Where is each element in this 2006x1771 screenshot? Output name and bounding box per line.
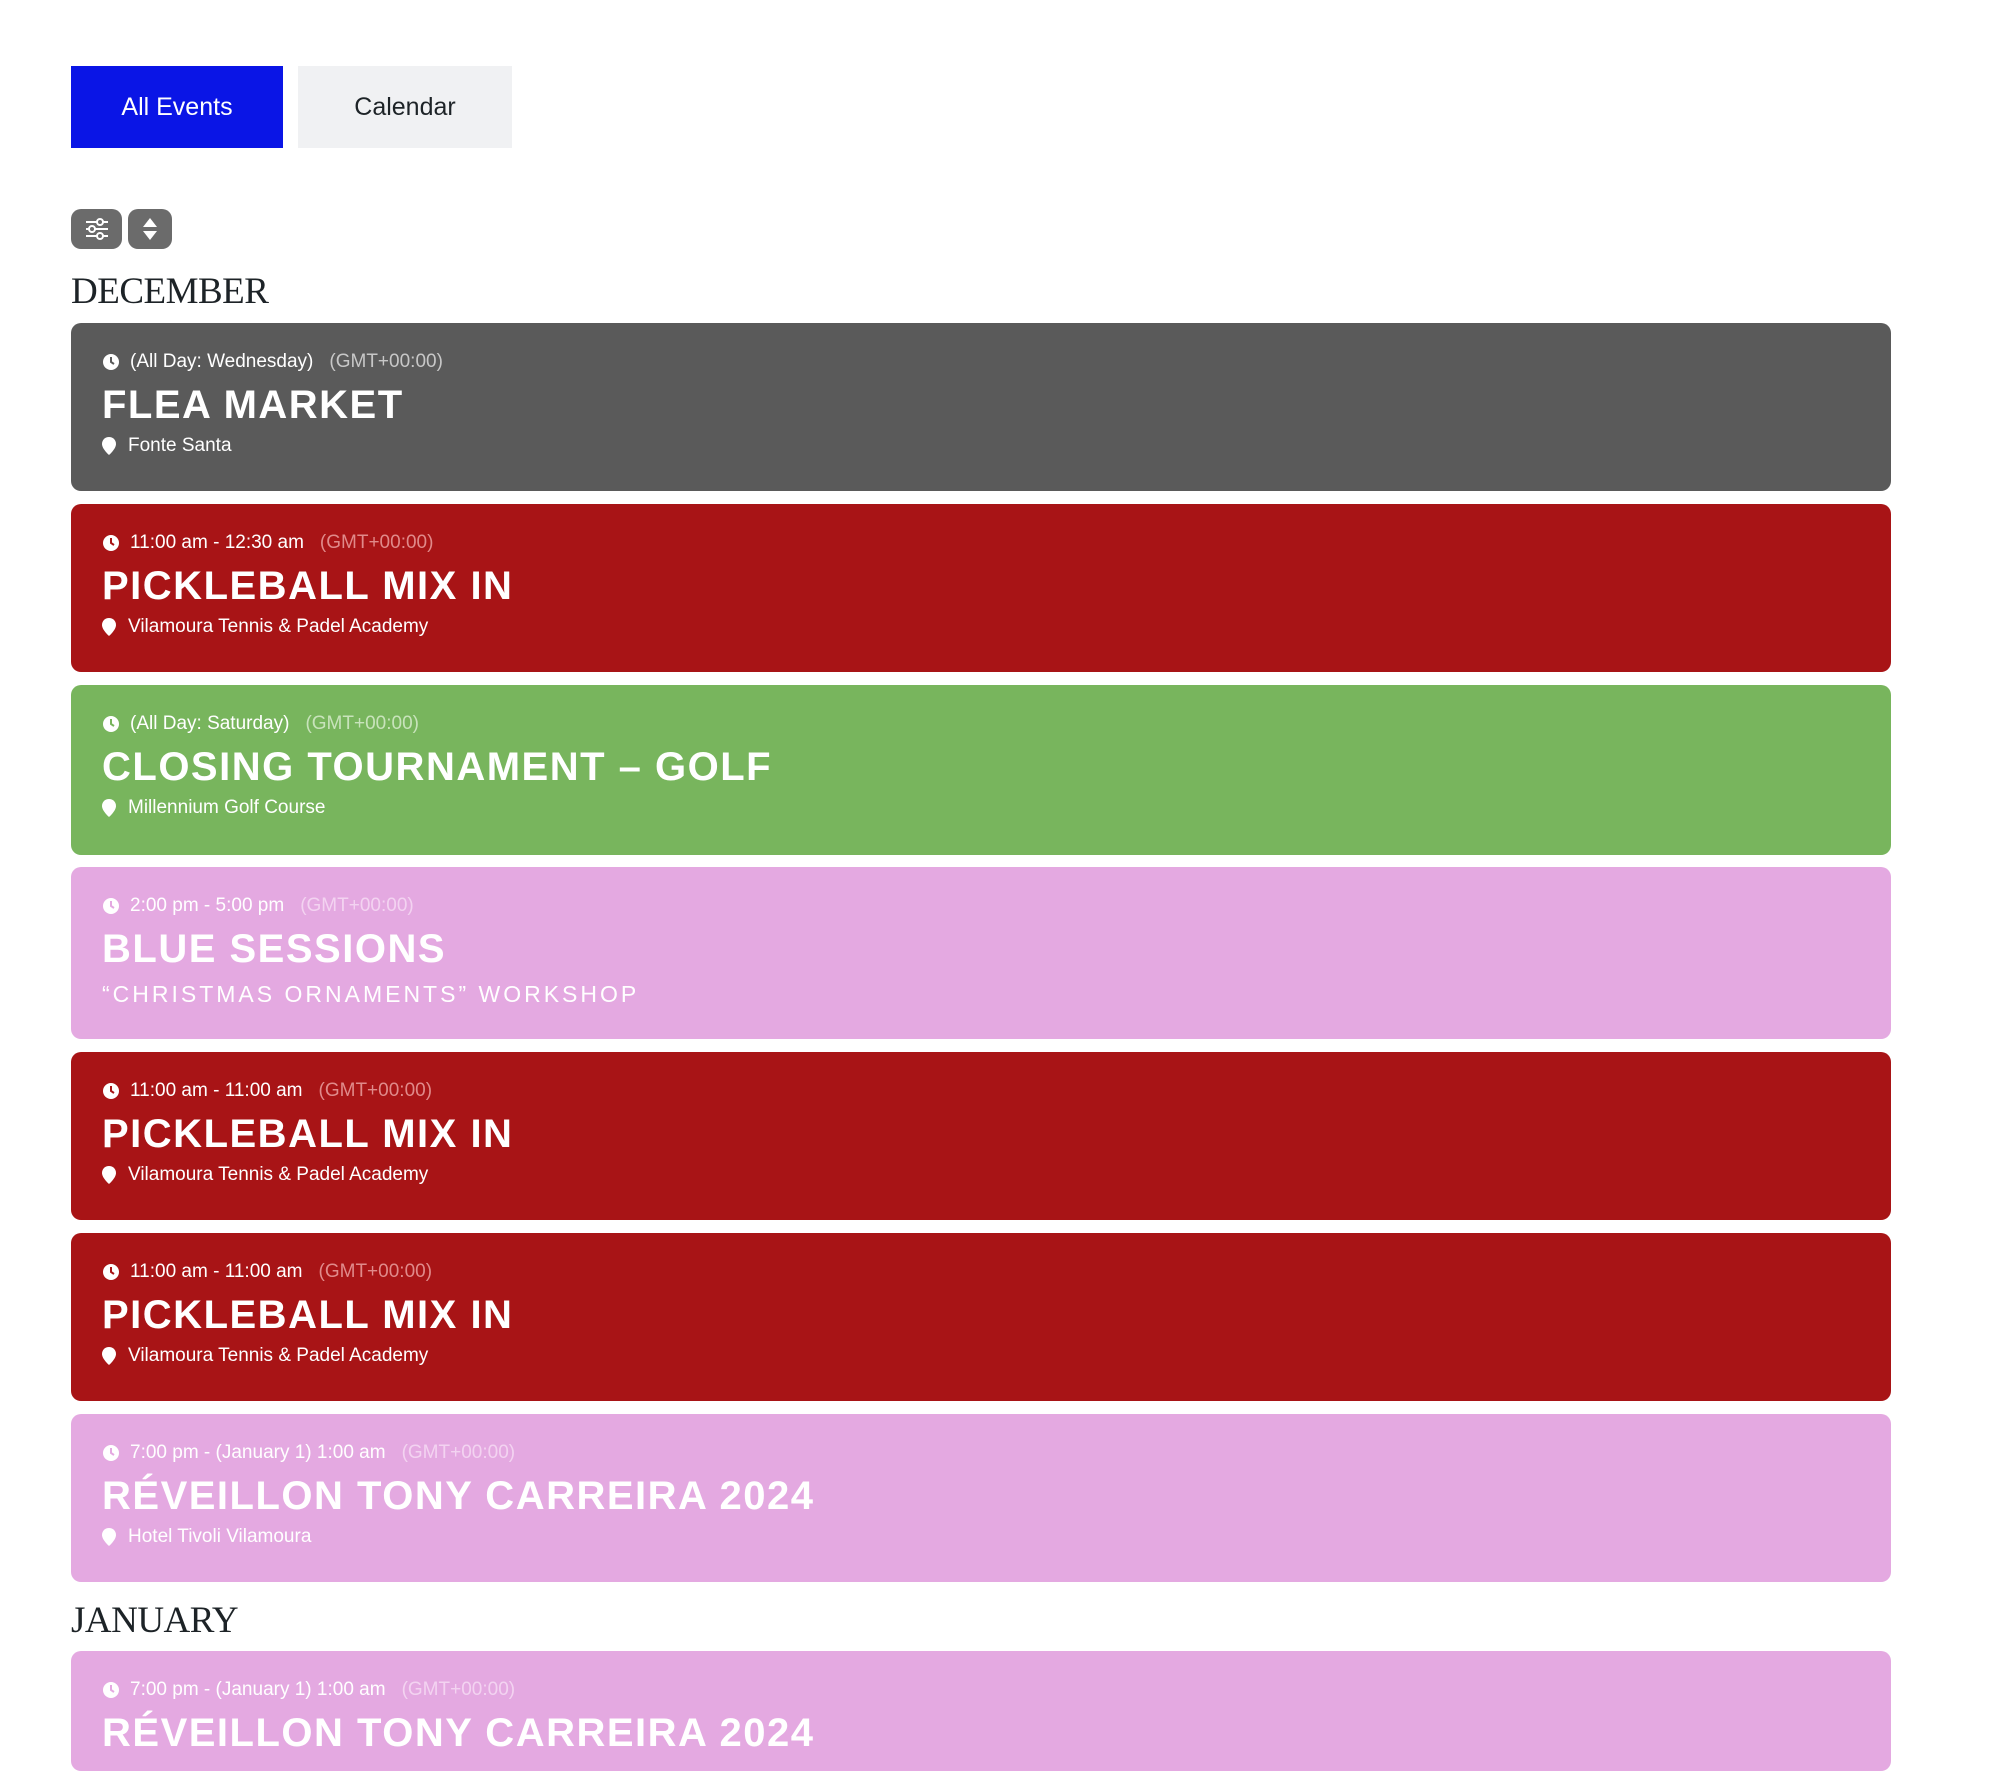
clock-icon bbox=[103, 1083, 119, 1099]
event-title: BLUE SESSIONS bbox=[102, 927, 447, 971]
event-title: PICKLEBALL MIX IN bbox=[102, 1293, 514, 1337]
event-time: 7:00 pm - (January 1) 1:00 am (GMT+00:00… bbox=[102, 1442, 515, 1464]
event-location-name: Millennium Golf Course bbox=[128, 797, 326, 818]
event-location: Vilamoura Tennis & Padel Academy bbox=[102, 616, 428, 638]
event-location: Fonte Santa bbox=[102, 435, 232, 457]
clock-icon bbox=[103, 1445, 119, 1461]
event-timezone: (GMT+00:00) bbox=[329, 351, 443, 372]
event-time-range: 7:00 pm - (January 1) 1:00 am bbox=[130, 1679, 386, 1700]
event-location: Millennium Golf Course bbox=[102, 797, 325, 819]
event-location-name: Vilamoura Tennis & Padel Academy bbox=[128, 1345, 429, 1366]
event-card[interactable]: 11:00 am - 12:30 am (GMT+00:00) PICKLEBA… bbox=[71, 504, 1891, 672]
event-time: 11:00 am - 11:00 am (GMT+00:00) bbox=[102, 1261, 432, 1283]
map-pin-icon bbox=[102, 1528, 116, 1546]
event-timezone: (GMT+00:00) bbox=[319, 532, 434, 553]
event-title: PICKLEBALL MIX IN bbox=[102, 1112, 514, 1156]
filter-button[interactable] bbox=[71, 209, 122, 249]
event-time-range: 11:00 am - 12:30 am bbox=[130, 532, 304, 553]
event-title: CLOSING TOURNAMENT – GOLF bbox=[102, 745, 773, 789]
sort-button[interactable] bbox=[128, 209, 172, 249]
event-time: 7:00 pm - (January 1) 1:00 am (GMT+00:00… bbox=[102, 1679, 515, 1701]
event-title: PICKLEBALL MIX IN bbox=[102, 564, 514, 608]
event-timezone: (GMT+00:00) bbox=[401, 1679, 516, 1700]
toolbar bbox=[71, 209, 172, 249]
event-title: RÉVEILLON TONY CARREIRA 2024 bbox=[102, 1474, 815, 1518]
event-location-name: Vilamoura Tennis & Padel Academy bbox=[128, 1164, 429, 1185]
clock-icon bbox=[103, 898, 119, 914]
event-card[interactable]: 11:00 am - 11:00 am (GMT+00:00) PICKLEBA… bbox=[71, 1233, 1891, 1401]
event-time: 11:00 am - 12:30 am (GMT+00:00) bbox=[102, 532, 433, 554]
event-location-name: Hotel Tivoli Vilamoura bbox=[128, 1526, 312, 1547]
event-subtitle: “CHRISTMAS ORNAMENTS” WORKSHOP bbox=[102, 981, 640, 1007]
event-location: Hotel Tivoli Vilamoura bbox=[102, 1526, 311, 1548]
event-time-range: 7:00 pm - (January 1) 1:00 am bbox=[130, 1442, 386, 1463]
clock-icon bbox=[103, 1264, 119, 1280]
event-card[interactable]: (All Day: Saturday) (GMT+00:00) CLOSING … bbox=[71, 685, 1891, 855]
map-pin-icon bbox=[102, 1166, 116, 1184]
event-timezone: (GMT+00:00) bbox=[300, 895, 414, 916]
clock-icon bbox=[103, 535, 119, 551]
sliders-icon bbox=[85, 218, 108, 240]
event-card[interactable]: 11:00 am - 11:00 am (GMT+00:00) PICKLEBA… bbox=[71, 1052, 1891, 1220]
map-pin-icon bbox=[102, 1347, 116, 1365]
event-timezone: (GMT+00:00) bbox=[401, 1442, 516, 1463]
event-title: FLEA MARKET bbox=[102, 383, 404, 427]
map-pin-icon bbox=[102, 799, 116, 817]
event-time: (All Day: Wednesday) (GMT+00:00) bbox=[102, 351, 443, 373]
event-title: RÉVEILLON TONY CARREIRA 2024 bbox=[102, 1711, 815, 1755]
event-card[interactable]: 7:00 pm - (January 1) 1:00 am (GMT+00:00… bbox=[71, 1414, 1891, 1582]
clock-icon bbox=[103, 354, 119, 370]
event-location: Vilamoura Tennis & Padel Academy bbox=[102, 1164, 428, 1186]
event-time: 2:00 pm - 5:00 pm (GMT+00:00) bbox=[102, 895, 414, 917]
event-time-range: (All Day: Saturday) bbox=[130, 713, 290, 734]
event-time-range: (All Day: Wednesday) bbox=[130, 351, 314, 372]
event-time: 11:00 am - 11:00 am (GMT+00:00) bbox=[102, 1080, 432, 1102]
sort-icon bbox=[143, 218, 157, 240]
map-pin-icon bbox=[102, 618, 116, 636]
view-tabs: All Events Calendar bbox=[71, 66, 512, 148]
event-timezone: (GMT+00:00) bbox=[318, 1080, 433, 1101]
event-location-name: Vilamoura Tennis & Padel Academy bbox=[128, 616, 429, 637]
event-card[interactable]: (All Day: Wednesday) (GMT+00:00) FLEA MA… bbox=[71, 323, 1891, 491]
map-pin-icon bbox=[102, 437, 116, 455]
month-heading-january: JANUARY bbox=[71, 1600, 239, 1641]
event-location-name: Fonte Santa bbox=[128, 435, 232, 456]
event-card[interactable]: 2:00 pm - 5:00 pm (GMT+00:00) BLUE SESSI… bbox=[71, 867, 1891, 1039]
tab-calendar[interactable]: Calendar bbox=[298, 66, 512, 148]
event-card[interactable]: 7:00 pm - (January 1) 1:00 am (GMT+00:00… bbox=[71, 1651, 1891, 1771]
event-time-range: 11:00 am - 11:00 am bbox=[130, 1080, 303, 1101]
event-timezone: (GMT+00:00) bbox=[318, 1261, 433, 1282]
event-time-range: 11:00 am - 11:00 am bbox=[130, 1261, 303, 1282]
tab-all-events[interactable]: All Events bbox=[71, 66, 283, 148]
event-time: (All Day: Saturday) (GMT+00:00) bbox=[102, 713, 419, 735]
event-timezone: (GMT+00:00) bbox=[305, 713, 419, 734]
event-time-range: 2:00 pm - 5:00 pm bbox=[130, 895, 285, 916]
event-location: Vilamoura Tennis & Padel Academy bbox=[102, 1345, 428, 1367]
month-heading-december: DECEMBER bbox=[71, 271, 269, 312]
clock-icon bbox=[103, 1682, 119, 1698]
clock-icon bbox=[103, 716, 119, 732]
